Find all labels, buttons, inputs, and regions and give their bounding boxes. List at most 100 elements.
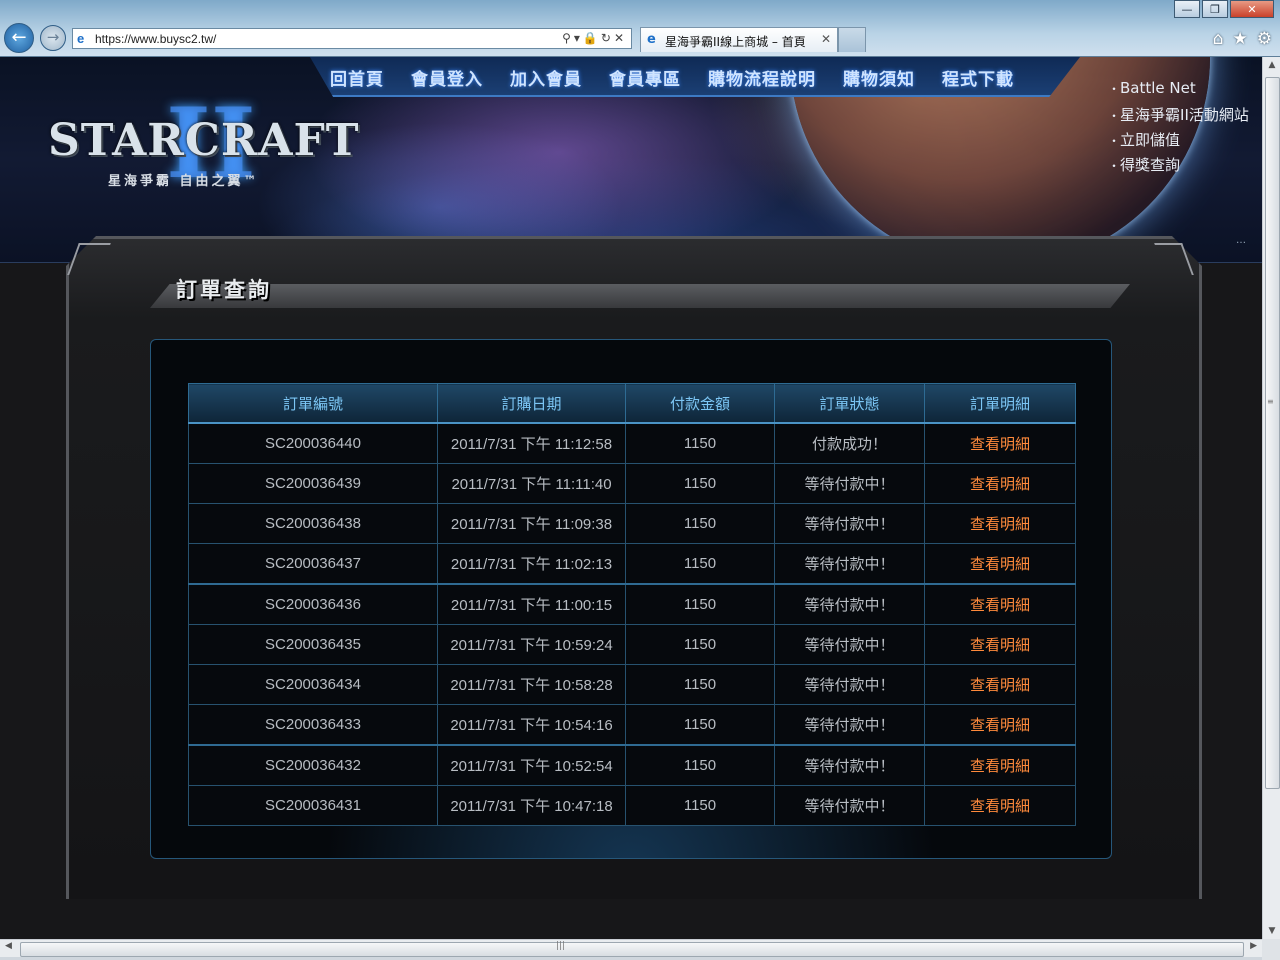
side-link-topup[interactable]: 立即儲值	[1108, 129, 1249, 154]
horizontal-scroll-thumb[interactable]	[20, 942, 1244, 957]
order-id: SC200036438	[188, 503, 438, 544]
browser-tab-active[interactable]: e 星海爭霸II線上商城 – 首頁 ✕	[640, 27, 838, 52]
side-link-event-site[interactable]: 星海爭霸II活動網站	[1108, 104, 1249, 129]
main-nav: 回首頁 會員登入 加入會員 會員專區 購物流程說明 購物須知 程式下載	[330, 65, 1041, 90]
view-detail-link[interactable]: 查看明細	[924, 422, 1076, 464]
order-date: 2011/7/31 下午 11:11:40	[437, 463, 626, 504]
hscroll-grip-icon: |||	[556, 941, 566, 951]
close-window-button[interactable]: ✕	[1230, 0, 1274, 18]
order-status: 等待付款中！	[774, 583, 925, 625]
order-status: 等待付款中！	[774, 503, 925, 544]
view-detail-link[interactable]: 查看明細	[924, 503, 1076, 544]
banner-more-dots: …	[1236, 235, 1246, 246]
nav-shopping-process[interactable]: 購物流程說明	[708, 65, 816, 90]
vertical-scroll-thumb[interactable]	[1265, 77, 1280, 789]
nav-login[interactable]: 會員登入	[411, 65, 483, 90]
side-link-battlenet[interactable]: Battle Net	[1108, 79, 1249, 104]
scroll-right-icon[interactable]: ▶	[1250, 941, 1257, 951]
table-row: SC200036439 2011/7/31 下午 11:11:40 1150 等…	[188, 463, 1076, 504]
back-button[interactable]: ←	[4, 23, 34, 53]
order-id: SC200036432	[188, 744, 438, 786]
order-id: SC200036434	[188, 664, 438, 705]
tab-close-icon[interactable]: ✕	[821, 32, 831, 46]
orders-table: 訂單編號 訂購日期 付款金額 訂單狀態 訂單明細 SC200036440 201…	[188, 383, 1076, 826]
chevron-down-icon[interactable]: ▾	[574, 31, 583, 45]
side-link-winners[interactable]: 得獎查詢	[1108, 154, 1249, 179]
side-links: Battle Net 星海爭霸II活動網站 立即儲值 得獎查詢	[1108, 79, 1249, 179]
view-detail-link[interactable]: 查看明細	[924, 583, 1076, 625]
arrow-left-icon: ←	[11, 27, 27, 48]
order-date: 2011/7/31 下午 10:59:24	[437, 624, 626, 665]
order-id: SC200036431	[188, 785, 438, 826]
table-row: SC200036440 2011/7/31 下午 11:12:58 1150 付…	[188, 422, 1076, 464]
order-amount: 1150	[625, 543, 775, 585]
stop-icon[interactable]: ✕	[614, 31, 627, 45]
arrow-right-icon: →	[46, 28, 60, 46]
ie-page-icon: e	[77, 31, 85, 46]
new-tab-button[interactable]	[838, 27, 866, 52]
order-amount: 1150	[625, 744, 775, 786]
lock-icon[interactable]: 🔒	[583, 31, 601, 45]
order-date: 2011/7/31 下午 11:12:58	[437, 422, 626, 464]
site-banner: 回首頁 會員登入 加入會員 會員專區 購物流程說明 購物須知 程式下載 II S…	[0, 57, 1262, 267]
col-detail: 訂單明細	[924, 383, 1076, 424]
table-row: SC200036432 2011/7/31 下午 10:52:54 1150 等…	[188, 744, 1076, 786]
view-detail-link[interactable]: 查看明細	[924, 463, 1076, 504]
nav-download[interactable]: 程式下載	[942, 65, 1014, 90]
scroll-left-icon[interactable]: ◀	[5, 941, 12, 951]
view-detail-link[interactable]: 查看明細	[924, 785, 1076, 826]
order-date: 2011/7/31 下午 10:52:54	[437, 744, 626, 786]
forward-button[interactable]: →	[40, 25, 66, 51]
order-id: SC200036437	[188, 543, 438, 585]
scroll-down-icon[interactable]: ▼	[1263, 923, 1280, 939]
nav-shopping-notice[interactable]: 購物須知	[843, 65, 915, 90]
nav-member-area[interactable]: 會員專區	[609, 65, 681, 90]
order-id: SC200036440	[188, 422, 438, 464]
scrollbar-corner	[1262, 939, 1280, 960]
col-order-id: 訂單編號	[188, 383, 438, 424]
view-detail-link[interactable]: 查看明細	[924, 664, 1076, 705]
scroll-up-icon[interactable]: ▲	[1263, 57, 1280, 73]
toolbar-icons: ⌂ ★ ⚙	[1213, 29, 1272, 49]
nav-home[interactable]: 回首頁	[330, 65, 384, 90]
view-detail-link[interactable]: 查看明細	[924, 543, 1076, 585]
col-amount: 付款金額	[625, 383, 775, 424]
table-row: SC200036434 2011/7/31 下午 10:58:28 1150 等…	[188, 664, 1076, 705]
address-bar[interactable]: e https://www.buysc2.tw/ ⚲▾🔒↻✕	[72, 28, 632, 49]
window-controls: — ❐ ✕	[1172, 0, 1274, 18]
order-amount: 1150	[625, 422, 775, 464]
home-icon[interactable]: ⌂	[1213, 29, 1224, 49]
col-status: 訂單狀態	[774, 383, 925, 424]
starcraft-logo[interactable]: II STARCRAFT 星海爭霸 自由之翼™	[48, 87, 359, 225]
order-date: 2011/7/31 下午 11:00:15	[437, 583, 626, 625]
order-amount: 1150	[625, 463, 775, 504]
refresh-icon[interactable]: ↻	[601, 31, 614, 45]
minimize-button[interactable]: —	[1174, 0, 1200, 18]
order-status: 等待付款中！	[774, 463, 925, 504]
order-status: 付款成功！	[774, 422, 925, 464]
table-row: SC200036431 2011/7/31 下午 10:47:18 1150 等…	[188, 785, 1076, 826]
order-status: 等待付款中！	[774, 624, 925, 665]
order-id: SC200036435	[188, 624, 438, 665]
horizontal-scrollbar[interactable]: ◀ ||| ▶	[0, 939, 1262, 958]
view-detail-link[interactable]: 查看明細	[924, 744, 1076, 786]
browser-chrome: — ❐ ✕ ← → e https://www.buysc2.tw/ ⚲▾🔒↻✕…	[0, 0, 1280, 57]
order-amount: 1150	[625, 583, 775, 625]
view-detail-link[interactable]: 查看明細	[924, 704, 1076, 746]
order-date: 2011/7/31 下午 11:09:38	[437, 503, 626, 544]
view-detail-link[interactable]: 查看明細	[924, 624, 1076, 665]
panel-title-bar	[150, 284, 1130, 308]
settings-gear-icon[interactable]: ⚙	[1257, 29, 1272, 49]
order-amount: 1150	[625, 704, 775, 746]
favorites-star-icon[interactable]: ★	[1233, 29, 1248, 49]
nav-register[interactable]: 加入會員	[510, 65, 582, 90]
search-icon[interactable]: ⚲	[562, 31, 574, 45]
vertical-scrollbar[interactable]: ▲ ≡ ▼	[1262, 57, 1280, 939]
order-amount: 1150	[625, 785, 775, 826]
maximize-button[interactable]: ❐	[1202, 0, 1228, 18]
col-order-date: 訂購日期	[437, 383, 626, 424]
order-date: 2011/7/31 下午 10:54:16	[437, 704, 626, 746]
order-status: 等待付款中！	[774, 785, 925, 826]
order-amount: 1150	[625, 503, 775, 544]
order-date: 2011/7/31 下午 11:02:13	[437, 543, 626, 585]
